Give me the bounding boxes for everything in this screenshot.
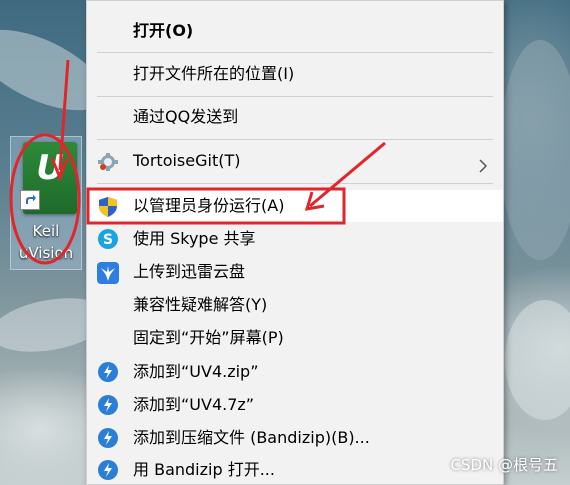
menu-item-label: 添加到“UV4.zip” <box>133 362 259 381</box>
menu-item-label: 打开(O) <box>133 21 194 40</box>
skype-icon: S <box>97 229 119 249</box>
menu-item-label: 以管理员身份运行(A) <box>133 196 285 215</box>
menu-item-label: 上传到迅雷云盘 <box>133 262 246 281</box>
menu-item-open-with-bandizip[interactable]: 用 Bandizip 打开... <box>87 454 503 485</box>
menu-item-label: 用 Bandizip 打开... <box>133 460 275 479</box>
context-menu: 打开(O) 打开文件所在的位置(I) 通过QQ发送到 TortoiseGit(T… <box>86 0 504 485</box>
tortoisegit-icon <box>97 151 119 171</box>
xunlei-icon <box>97 262 119 284</box>
menu-item-label: 添加到压缩文件 (Bandizip)(B)... <box>133 428 370 447</box>
menu-item-tortoisegit[interactable]: TortoiseGit(T) <box>87 145 503 177</box>
bandizip-icon <box>97 395 119 415</box>
menu-item-open[interactable]: 打开(O) <box>87 15 503 47</box>
caption-line-2: uVision <box>18 244 74 262</box>
uac-shield-icon <box>97 196 119 217</box>
menu-separator <box>97 52 493 53</box>
menu-item-compatibility-troubleshoot[interactable]: 兼容性疑难解答(Y) <box>87 289 503 321</box>
menu-separator <box>97 183 493 184</box>
menu-item-pin-to-start[interactable]: 固定到“开始”屏幕(P) <box>87 322 503 354</box>
menu-item-send-via-qq[interactable]: 通过QQ发送到 <box>87 101 503 133</box>
menu-separator <box>97 96 493 97</box>
menu-item-label: TortoiseGit(T) <box>133 151 241 170</box>
menu-item-label: 固定到“开始”屏幕(P) <box>133 328 284 347</box>
menu-item-share-with-skype[interactable]: S 使用 Skype 共享 <box>87 223 503 255</box>
menu-item-label: 使用 Skype 共享 <box>133 229 256 248</box>
svg-text:S: S <box>103 232 113 248</box>
menu-item-open-file-location[interactable]: 打开文件所在的位置(I) <box>87 58 503 90</box>
keil-logo-letter: U <box>36 148 64 188</box>
shortcut-arrow-icon <box>20 190 40 210</box>
menu-item-add-to-archive-bandizip[interactable]: 添加到压缩文件 (Bandizip)(B)... <box>87 422 503 454</box>
menu-item-add-to-7z[interactable]: 添加到“UV4.7z” <box>87 389 503 421</box>
menu-separator <box>97 139 493 140</box>
bandizip-icon <box>97 428 119 448</box>
bandizip-icon <box>97 460 119 480</box>
chevron-right-icon <box>475 153 491 173</box>
desktop-icon-caption: Keil uVision <box>10 220 82 264</box>
menu-item-label: 通过QQ发送到 <box>133 107 239 126</box>
menu-item-label: 兼容性疑难解答(Y) <box>133 295 268 314</box>
watermark: CSDN @根号五 <box>450 456 558 474</box>
menu-item-add-to-zip[interactable]: 添加到“UV4.zip” <box>87 356 503 388</box>
menu-item-label: 添加到“UV4.7z” <box>133 395 255 414</box>
menu-item-run-as-administrator[interactable]: 以管理员身份运行(A) <box>87 190 503 222</box>
keil-uvision-desktop-icon[interactable]: U Keil uVision <box>10 136 82 272</box>
caption-line-1: Keil <box>32 222 60 240</box>
menu-item-label: 打开文件所在的位置(I) <box>133 64 295 83</box>
bandizip-icon <box>97 362 119 382</box>
menu-item-upload-xunlei[interactable]: 上传到迅雷云盘 <box>87 256 503 288</box>
